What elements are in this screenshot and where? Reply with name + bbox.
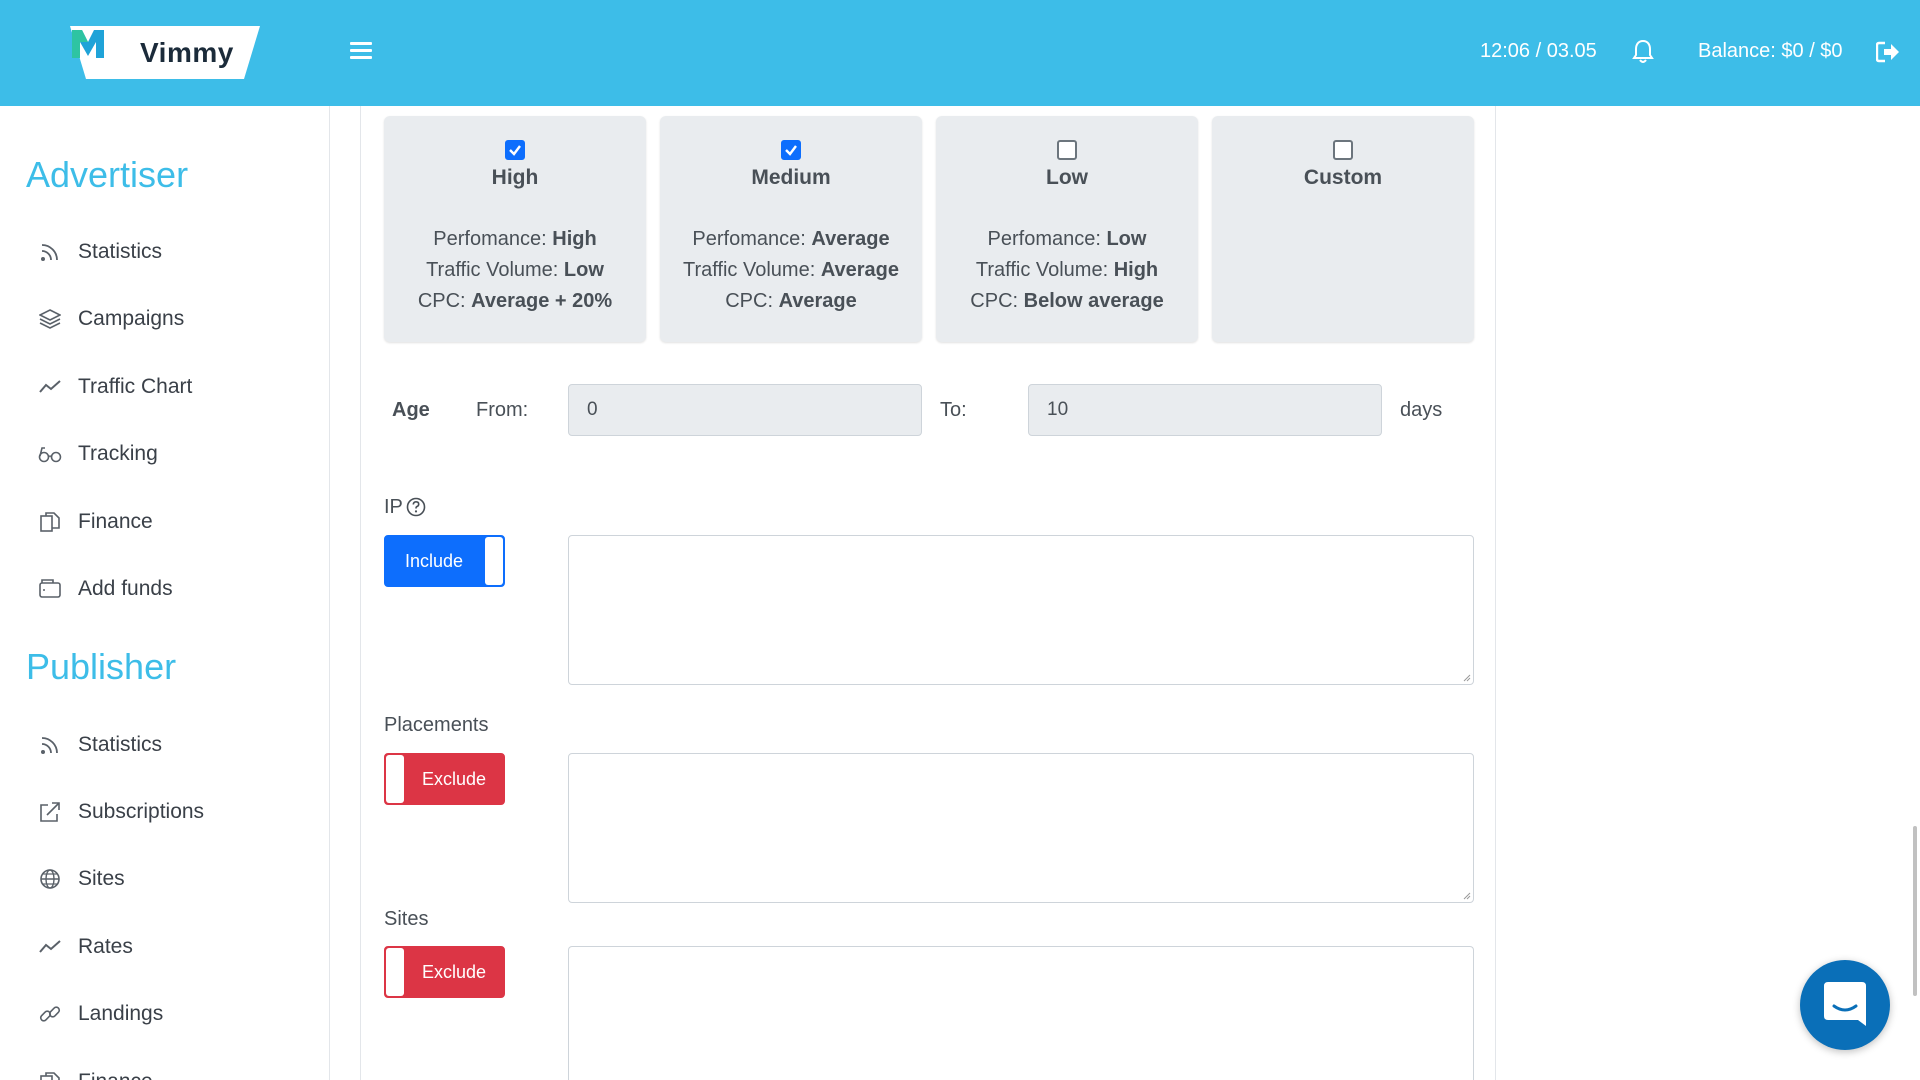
- preset-traffic-volume: Traffic Volume: Low: [426, 259, 604, 281]
- preset-cpc: CPC: Below average: [970, 290, 1164, 312]
- sidebar-item-tracking[interactable]: Tracking: [38, 434, 308, 474]
- sidebar-item-traffic-chart[interactable]: Traffic Chart: [38, 367, 308, 407]
- trend-icon: [38, 935, 62, 959]
- help-icon[interactable]: [406, 497, 426, 517]
- brand-name: Vimmy: [140, 37, 234, 68]
- chat-launcher-button[interactable]: [1800, 960, 1890, 1050]
- preset-title: Medium: [751, 166, 831, 189]
- resize-grip-icon[interactable]: [1463, 892, 1471, 900]
- preset-card-low[interactable]: Low Perfomance: Low Traffic Volume: High…: [936, 116, 1198, 342]
- rss-icon: [38, 733, 62, 757]
- placements-label: Placements: [384, 714, 489, 736]
- documents-icon: [38, 510, 62, 534]
- sidebar-item-rates[interactable]: Rates: [38, 927, 308, 967]
- ip-label: IP: [384, 496, 403, 518]
- sidebar-item-label: Sites: [78, 867, 125, 890]
- documents-icon: [38, 1070, 62, 1080]
- sidebar-item-label: Rates: [78, 935, 133, 958]
- layers-icon: [38, 307, 62, 331]
- age-label: Age: [392, 399, 430, 421]
- sidebar-item-advertiser-statistics[interactable]: Statistics: [38, 232, 308, 272]
- sidebar-item-label: Finance: [78, 510, 153, 533]
- preset-checkbox[interactable]: [505, 140, 525, 160]
- share-icon: [38, 800, 62, 824]
- preset-title: Low: [1046, 166, 1088, 189]
- preset-card-custom[interactable]: Custom: [1212, 116, 1474, 342]
- preset-title: Custom: [1303, 166, 1383, 189]
- preset-cpc: CPC: Average + 20%: [417, 290, 613, 312]
- toggle-label: Exclude: [422, 769, 487, 789]
- trend-icon: [38, 375, 62, 399]
- sites-exclude-toggle[interactable]: Exclude: [384, 946, 505, 998]
- scrollbar-thumb[interactable]: [1913, 826, 1917, 996]
- age-to-input[interactable]: 10: [1028, 384, 1382, 436]
- logout-icon[interactable]: [1875, 41, 1900, 63]
- sidebar-item-finance[interactable]: Finance: [38, 502, 308, 542]
- preset-performance: Perfomance: Average: [692, 228, 890, 250]
- ip-include-toggle[interactable]: Include: [384, 535, 505, 587]
- placements-textarea[interactable]: [568, 753, 1474, 903]
- balance-display: Balance: $0 / $0: [1698, 40, 1843, 62]
- sidebar-item-publisher-statistics[interactable]: Statistics: [38, 725, 308, 765]
- sidebar-item-label: Traffic Chart: [78, 375, 193, 398]
- bell-icon[interactable]: [1632, 38, 1654, 64]
- sidebar-item-publisher-finance[interactable]: Finance: [38, 1062, 308, 1080]
- rss-icon: [38, 240, 62, 264]
- sidebar-item-label: Finance: [78, 1070, 153, 1080]
- preset-performance: Perfomance: High: [433, 228, 597, 250]
- preset-card-high[interactable]: High Perfomance: High Traffic Volume: Lo…: [384, 116, 646, 342]
- sidebar-item-sites[interactable]: Sites: [38, 859, 308, 899]
- glasses-icon: [38, 442, 62, 466]
- preset-traffic-volume: Traffic Volume: High: [975, 259, 1159, 281]
- menu-toggle-icon[interactable]: [350, 42, 372, 62]
- globe-icon: [38, 867, 62, 891]
- sidebar-item-label: Add funds: [78, 577, 173, 600]
- sidebar-item-subscriptions[interactable]: Subscriptions: [38, 792, 308, 832]
- sidebar-item-campaigns[interactable]: Campaigns: [38, 299, 308, 339]
- sidebar-item-label: Statistics: [78, 240, 163, 263]
- sidebar-item-landings[interactable]: Landings: [38, 994, 308, 1034]
- sidebar-item-label: Campaigns: [78, 307, 185, 330]
- sidebar-item-label: Subscriptions: [78, 800, 205, 823]
- preset-performance: Perfomance: Low: [987, 228, 1147, 250]
- ip-textarea[interactable]: [568, 535, 1474, 685]
- sidebar-item-add-funds[interactable]: Add funds: [38, 569, 308, 609]
- wallet-icon: [38, 577, 62, 601]
- logo-mark-icon: [72, 30, 104, 58]
- toggle-knob: [485, 537, 503, 585]
- preset-traffic-volume: Traffic Volume: Average: [682, 259, 900, 281]
- resize-grip-icon[interactable]: [1463, 674, 1471, 682]
- preset-checkbox[interactable]: [781, 140, 801, 160]
- toggle-label: Exclude: [422, 962, 487, 982]
- sidebar: Advertiser Statistics Campaigns Traffic …: [0, 106, 330, 1080]
- link-icon: [38, 1002, 62, 1026]
- sidebar-item-label: Tracking: [78, 442, 158, 465]
- toggle-label: Include: [405, 551, 464, 571]
- preset-title: High: [491, 166, 539, 189]
- sidebar-item-label: Statistics: [78, 733, 163, 756]
- preset-checkbox[interactable]: [1057, 140, 1077, 160]
- sidebar-item-label: Landings: [78, 1002, 164, 1025]
- age-from-input[interactable]: 0: [568, 384, 922, 436]
- toggle-knob: [386, 948, 404, 996]
- datetime-display: 12:06 / 03.05: [1480, 40, 1597, 62]
- preset-cpc: CPC: Average: [725, 290, 857, 312]
- toggle-knob: [386, 755, 404, 803]
- vimmy-logo[interactable]: Vimmy: [70, 26, 260, 79]
- sites-label: Sites: [384, 908, 429, 930]
- publisher-heading: Publisher: [26, 646, 177, 687]
- preset-card-medium[interactable]: Medium Perfomance: Average Traffic Volum…: [660, 116, 922, 342]
- age-unit-label: days: [1400, 399, 1443, 421]
- age-to-label: To:: [940, 399, 967, 421]
- top-bar: Vimmy 12:06 / 03.05 Balance: $0 / $0: [0, 0, 1920, 106]
- age-from-label: From:: [476, 399, 529, 421]
- chat-icon: [1824, 982, 1866, 1026]
- sites-textarea[interactable]: [568, 946, 1474, 1080]
- advertiser-heading: Advertiser: [26, 154, 189, 195]
- placements-exclude-toggle[interactable]: Exclude: [384, 753, 505, 805]
- preset-checkbox[interactable]: [1333, 140, 1353, 160]
